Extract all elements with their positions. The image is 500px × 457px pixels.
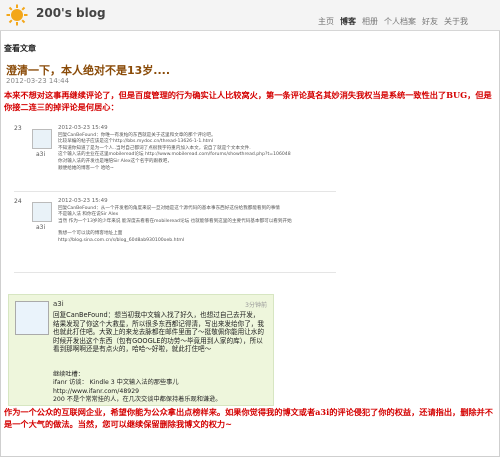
- comment-line: 不是输入法 和你在说Sir Alex: [58, 212, 119, 218]
- reply-footer-line: ifanr 访谈： Kindle 3 中文输入法的那些事儿: [53, 379, 179, 387]
- post-date: 2012-03-23 14:44: [6, 77, 70, 85]
- nav-home[interactable]: 主页: [318, 16, 334, 27]
- comment-line: 比较早编的帖子应该是这个http://bbs.mydoc.cn/thread-1…: [58, 139, 214, 145]
- comment-link[interactable]: http://blog.sina.com.cn/s/blog_60d8ab930…: [58, 238, 328, 245]
- main-nav: 主页 博客 相册 个人档案 好友 关于我: [318, 16, 468, 27]
- nav-friends[interactable]: 好友: [422, 16, 438, 27]
- nav-about[interactable]: 关于我: [444, 16, 468, 27]
- comment-time: 2012-03-23 15:49: [58, 198, 108, 204]
- reply-footer-link[interactable]: http://www.ifanr.com/48929: [53, 388, 265, 396]
- avatar[interactable]: [32, 129, 52, 149]
- reply-user[interactable]: a3i: [53, 300, 64, 308]
- comment-line: 这个输入法的主业在这里mobileread论坛 http://www.mobil…: [58, 152, 291, 158]
- nav-album[interactable]: 相册: [362, 16, 378, 27]
- comment-body: 2012-03-23 15:49 回复CanBeFound：你唯一有发帖的东西就…: [58, 125, 328, 172]
- reply-footer-line: 200 不是个常常挂的人，在几次交谈中都保持着乐观和谦逊。: [53, 396, 222, 404]
- avatar[interactable]: [32, 202, 52, 222]
- blog-logo-icon[interactable]: [6, 4, 28, 26]
- reply-footer: 继续吐槽： ifanr 访谈： Kindle 3 中文输入法的那些事儿 http…: [53, 371, 265, 405]
- comment-line: 我想一个可以读的博客地址上面: [58, 231, 123, 237]
- comment-item: 24 a3i 2012-03-23 15:49 回复CanBeFound：从一个…: [14, 198, 336, 273]
- comment-user[interactable]: a3i: [36, 151, 45, 158]
- reply-box: a3i 3分钟前 回复CanBeFound：想当初我中文输入找了好久，也想过自己…: [8, 294, 274, 406]
- post-title: 澄清一下，本人绝对不是13岁....: [6, 64, 171, 77]
- nav-blog[interactable]: 博客: [340, 16, 356, 27]
- reply-time: 3分钟前: [245, 302, 267, 309]
- comment-line: 你对输入法的开发也是唯陪Sir Alex这个名字的跟教吧，: [58, 158, 172, 164]
- comment-item: 23 a3i 2012-03-23 15:49 回复CanBeFound：你唯一…: [14, 125, 336, 192]
- reply-body: 回复CanBeFound：想当初我中文输入找了好久，也想过自己去开发，结果发现了…: [53, 311, 264, 354]
- outro-text: 作为一个公众的互联网企业，希望你能为公众拿出点榜样来。如果你觉得我的博文或者a3…: [4, 407, 493, 429]
- comment-user[interactable]: a3i: [36, 224, 45, 231]
- comment-line: 当然 作为一个13岁的少年来说 能深度去看看在mobileread论坛 也就能够…: [58, 218, 292, 224]
- intro-text: 本来不想对这事再继续评论了，但是百度管理的行为确实让人比较窝火，第一条评论莫名其…: [4, 90, 492, 112]
- section-label: 查看文章: [4, 44, 36, 53]
- comment-number: 24: [14, 198, 22, 205]
- comment-number: 23: [14, 125, 22, 132]
- nav-profile[interactable]: 个人档案: [384, 16, 416, 27]
- comment-line: 顺便给她的博客一个 哈哈~: [58, 165, 114, 171]
- avatar[interactable]: [15, 301, 49, 335]
- top-bar: 200's blog 主页 博客 相册 个人档案 好友 关于我: [0, 0, 500, 31]
- blog-title[interactable]: 200's blog: [36, 6, 106, 20]
- comment-body: 2012-03-23 15:49 回复CanBeFound：从一个开发者的角度来…: [58, 198, 328, 245]
- comment-time: 2012-03-23 15:49: [58, 125, 108, 131]
